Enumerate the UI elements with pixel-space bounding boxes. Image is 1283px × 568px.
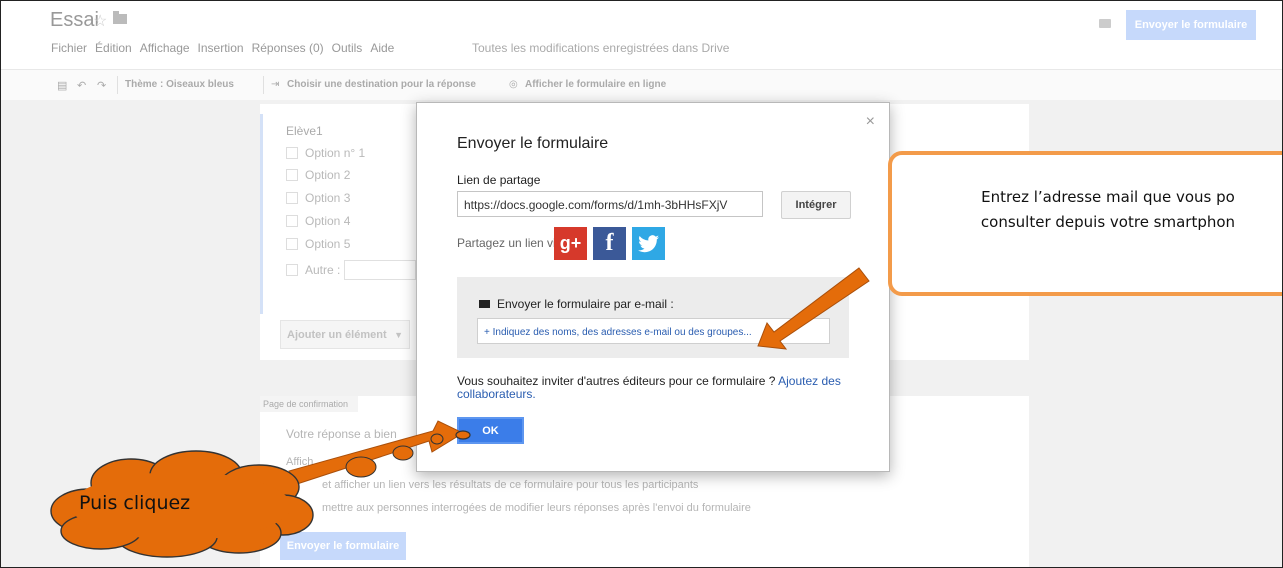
arrow-tip-dot	[455, 430, 471, 440]
arrow-to-ok-button	[288, 420, 471, 485]
cloud-callout-text: Puis cliquez	[79, 492, 191, 514]
arrow-to-email-input	[757, 267, 870, 350]
screenshot-frame: Essai ☆ Fichier Édition Affichage Insert…	[0, 0, 1283, 568]
annotation-overlay	[50, 267, 870, 558]
